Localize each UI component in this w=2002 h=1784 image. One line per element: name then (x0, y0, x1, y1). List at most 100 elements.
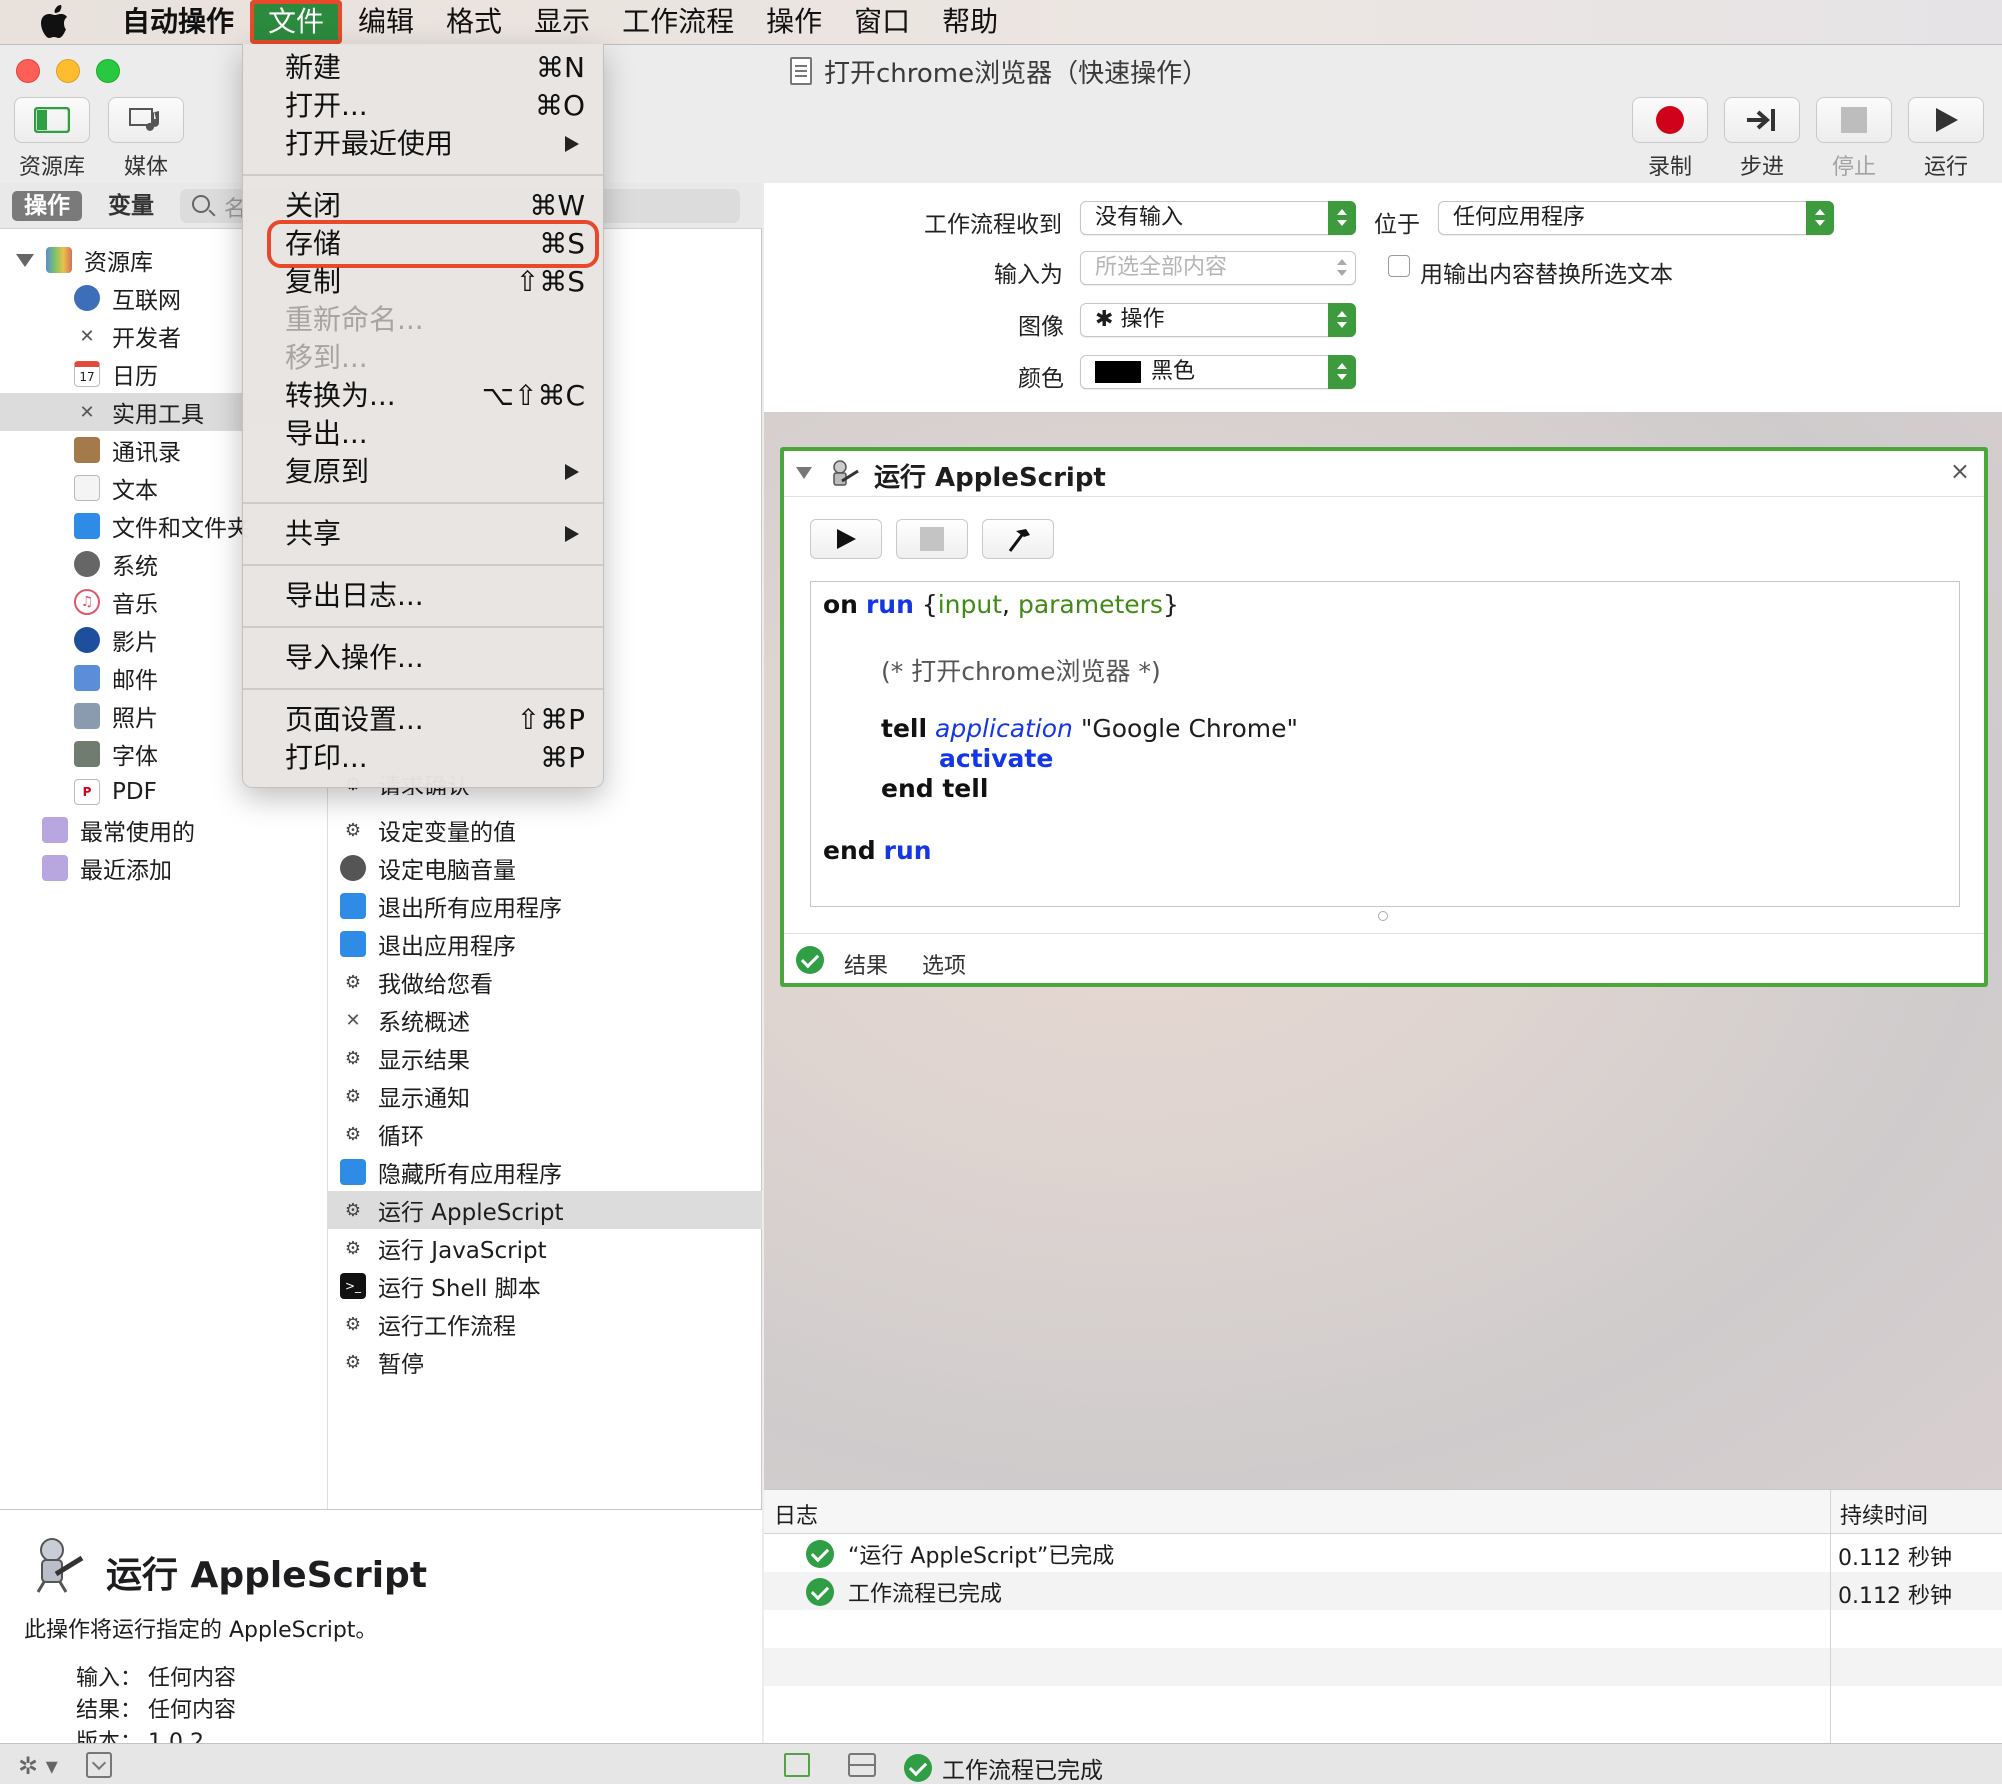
menu-item-page-setup[interactable]: 页面设置... ⇧⌘P (243, 702, 603, 738)
list-item[interactable]: ⚙ 运行 JavaScript (340, 1229, 547, 1267)
list-item[interactable]: ⚙ 循环 (340, 1115, 424, 1153)
library-item-photos[interactable]: 照片 (74, 697, 158, 735)
library-item-files-folders[interactable]: 文件和文件夹 (74, 507, 250, 545)
list-item-selected[interactable]: ⚙ 运行 AppleScript (328, 1191, 762, 1229)
results-toggle[interactable]: 结果 (844, 948, 888, 980)
menu-item-export[interactable]: 导出... (243, 416, 603, 452)
stop-button[interactable]: 停止 (1816, 97, 1892, 181)
list-item[interactable]: >_ 运行 Shell 脚本 (340, 1267, 541, 1305)
menu-item-duplicate[interactable]: 复制 ⇧⌘S (243, 264, 603, 300)
compile-script-button[interactable] (982, 519, 1054, 559)
options-toggle[interactable]: 选项 (922, 948, 966, 980)
menu-format[interactable]: 格式 (430, 0, 518, 44)
stop-script-button[interactable] (896, 519, 968, 559)
application-popup[interactable]: 任何应用程序 (1438, 201, 1834, 235)
media-button[interactable]: 媒体 (108, 97, 184, 181)
run-button[interactable]: 运行 (1908, 97, 1984, 181)
step-button[interactable]: 步进 (1724, 97, 1800, 181)
image-popup[interactable]: ✱ 操作 (1080, 303, 1356, 337)
tab-variables[interactable]: 变量 (96, 191, 166, 221)
library-item-music[interactable]: ♫ 音乐 (74, 583, 158, 621)
menu-item-revert[interactable]: 复原到 (243, 454, 603, 490)
calendar-icon: 17 (74, 361, 100, 387)
list-item[interactable]: 退出所有应用程序 (340, 887, 562, 925)
duration-column-header[interactable]: 持续时间 (1840, 1498, 1928, 1530)
status-message: 工作流程已完成 (904, 1751, 1103, 1784)
menu-item-print[interactable]: 打印... ⌘P (243, 740, 603, 776)
list-item[interactable]: ⚙ 设定变量的值 (340, 811, 516, 849)
library-item-movies[interactable]: 影片 (74, 621, 158, 659)
list-item[interactable]: ⚙ 显示结果 (340, 1039, 470, 1077)
library-button[interactable]: 资源库 (14, 97, 90, 181)
library-item-mail[interactable]: 邮件 (74, 659, 158, 697)
library-root[interactable]: 资源库 (16, 241, 153, 279)
disclosure-triangle-icon[interactable] (16, 253, 34, 267)
run-script-button[interactable] (810, 519, 882, 559)
split-view-icon[interactable] (848, 1753, 876, 1777)
library-item-developer[interactable]: ✕ 开发者 (74, 317, 181, 355)
library-item-internet[interactable]: 互联网 (74, 279, 181, 317)
collapse-triangle-icon[interactable] (796, 467, 812, 479)
menu-item-import-actions[interactable]: 导入操作... (243, 640, 603, 676)
menu-shortcut: ⌘P (540, 741, 585, 774)
menu-file[interactable]: 文件 (250, 0, 343, 44)
list-item[interactable]: 设定电脑音量 (340, 849, 516, 887)
menu-item-label: 导入操作... (285, 641, 424, 674)
list-item[interactable]: 隐藏所有应用程序 (340, 1153, 562, 1191)
menu-item-label: 导出... (285, 417, 368, 450)
list-view-icon[interactable] (784, 1753, 810, 1777)
list-item[interactable]: ✕ 系统概述 (340, 1001, 470, 1039)
menu-help[interactable]: 帮助 (926, 0, 1014, 44)
list-item-label: 暂停 (378, 1352, 424, 1378)
minimize-window-button[interactable] (56, 59, 80, 83)
menu-item-new[interactable]: 新建 ⌘N (243, 50, 603, 86)
input-is-popup[interactable]: 所选全部内容 (1080, 251, 1356, 285)
action-input-row: 输入： 任何内容 (76, 1660, 236, 1692)
list-item[interactable]: 退出应用程序 (340, 925, 516, 963)
search-icon (192, 195, 210, 213)
menu-item-open[interactable]: 打开... ⌘O (243, 88, 603, 124)
menu-item-share[interactable]: 共享 (243, 516, 603, 552)
menu-item-convert[interactable]: 转换为... ⌥⇧⌘C (243, 378, 603, 414)
menu-item-save[interactable]: 存储 ⌘S (267, 220, 599, 268)
list-item[interactable]: ⚙ 暂停 (340, 1343, 424, 1381)
record-button[interactable]: 录制 (1632, 97, 1708, 181)
library-item-calendar[interactable]: 17 日历 (74, 355, 158, 393)
zoom-window-button[interactable] (96, 59, 120, 83)
menu-item-export-log[interactable]: 导出日志... (243, 578, 603, 614)
menu-window[interactable]: 窗口 (838, 0, 926, 44)
smart-group-recently-added[interactable]: 最近添加 (42, 849, 172, 887)
library-item-contacts[interactable]: 通讯录 (74, 431, 181, 469)
column-divider[interactable] (1830, 1490, 1831, 1744)
receives-popup[interactable]: 没有输入 (1080, 201, 1356, 235)
close-icon[interactable]: × (1950, 457, 1970, 485)
show-description-icon[interactable] (86, 1752, 112, 1778)
list-item[interactable]: ⚙ 显示通知 (340, 1077, 470, 1115)
applescript-editor[interactable]: on run {input, parameters} (* 打开chrome浏览… (810, 581, 1960, 907)
smart-group-most-used[interactable]: 最常使用的 (42, 811, 195, 849)
tab-actions[interactable]: 操作 (12, 191, 82, 221)
menu-item-open-recent[interactable]: 打开最近使用 (243, 126, 603, 162)
log-row-empty (764, 1610, 2002, 1648)
color-popup[interactable]: 黑色 (1080, 355, 1356, 389)
menu-view[interactable]: 显示 (518, 0, 606, 44)
replace-text-checkbox[interactable] (1388, 255, 1410, 277)
menu-app-name[interactable]: 自动操作 (106, 0, 250, 44)
applescript-action-card[interactable]: 运行 AppleScript × on run {input, paramete… (780, 447, 1988, 987)
library-item-system[interactable]: 系统 (74, 545, 158, 583)
menu-workflow[interactable]: 工作流程 (606, 0, 750, 44)
library-item-pdf[interactable]: P PDF (74, 773, 157, 811)
library-item-fonts[interactable]: 字体 (74, 735, 158, 773)
log-column-header[interactable]: 日志 (774, 1498, 818, 1530)
gear-menu-icon[interactable]: ✲ ▾ (18, 1752, 58, 1780)
menu-item-close[interactable]: 关闭 ⌘W (243, 188, 603, 224)
close-window-button[interactable] (16, 59, 40, 83)
apple-logo-icon[interactable] (40, 4, 76, 40)
list-item-label: 设定变量的值 (378, 820, 516, 846)
list-item[interactable]: ⚙ 我做给您看 (340, 963, 493, 1001)
resize-handle[interactable] (1378, 911, 1388, 921)
list-item[interactable]: ⚙ 运行工作流程 (340, 1305, 516, 1343)
menu-edit[interactable]: 编辑 (342, 0, 430, 44)
menu-actions[interactable]: 操作 (750, 0, 838, 44)
library-item-text[interactable]: 文本 (74, 469, 158, 507)
